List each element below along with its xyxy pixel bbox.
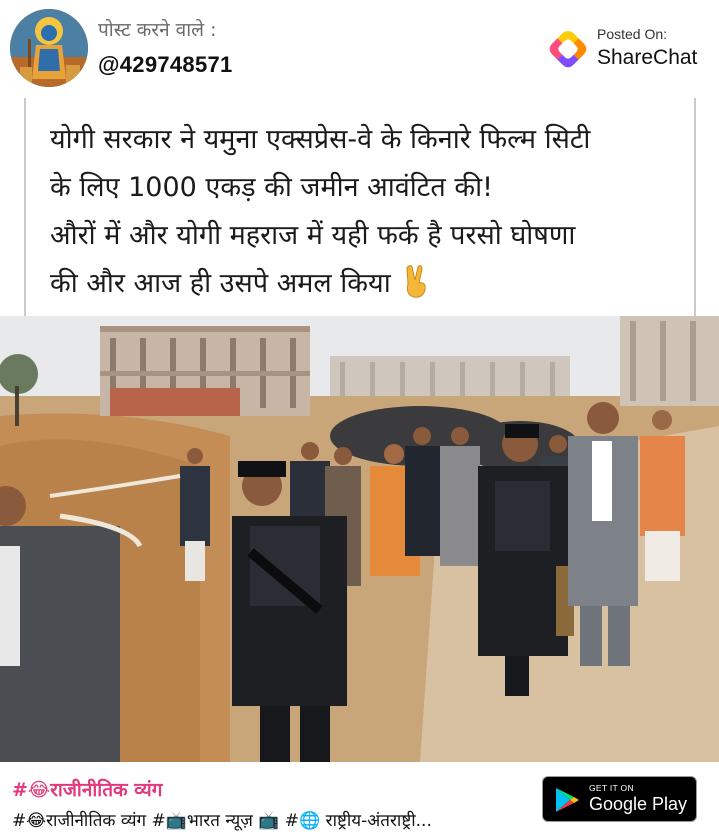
google-play-icon bbox=[556, 788, 579, 812]
poster-label: पोस्ट करने वाले : bbox=[98, 19, 217, 41]
caption-card: योगी सरकार ने यमुना एक्सप्रेस-वे के किना… bbox=[24, 98, 696, 316]
primary-tag[interactable]: #😂राजीनीतिक व्यंग bbox=[12, 776, 162, 802]
posted-on-block[interactable]: Posted On: ShareChat bbox=[547, 24, 707, 74]
badge-big-text: Google Play bbox=[589, 794, 688, 814]
posted-on-label: Posted On: bbox=[597, 26, 668, 42]
caption-line-1: योगी सरकार ने यमुना एक्सप्रेस-वे के किना… bbox=[50, 124, 591, 155]
caption-text: योगी सरकार ने यमुना एक्सप्रेस-वे के किना… bbox=[50, 116, 690, 308]
news-photo[interactable] bbox=[0, 316, 719, 762]
deity-avatar-icon[interactable] bbox=[10, 9, 88, 87]
sharechat-brand: ShareChat bbox=[597, 46, 698, 69]
caption-line-3: औरों में और योगी महराज में यही फर्क है प… bbox=[50, 220, 576, 251]
badge-small-text: GET IT ON bbox=[589, 783, 634, 793]
victory-hand-icon bbox=[406, 265, 426, 298]
caption-line-2: के लिए 1000 एकड़ की जमीन आवंटित की! bbox=[50, 172, 493, 203]
caption-line-4-wrap: की और आज ही उसपे अमल किया bbox=[50, 260, 690, 308]
caption-line-4: की और आज ही उसपे अमल किया bbox=[50, 268, 391, 299]
poster-handle[interactable]: @429748571 bbox=[98, 52, 233, 78]
google-play-badge[interactable]: GET IT ON Google Play bbox=[542, 776, 697, 822]
sharechat-logo-icon bbox=[549, 31, 587, 68]
tags-line[interactable]: #😂राजीनीतिक व्यंग #📺भारत न्यूज़ 📺 #🌐 राष… bbox=[12, 808, 532, 831]
photo-illustration bbox=[0, 316, 719, 762]
post-header: पोस्ट करने वाले : @429748571 Posted On: … bbox=[0, 0, 719, 96]
